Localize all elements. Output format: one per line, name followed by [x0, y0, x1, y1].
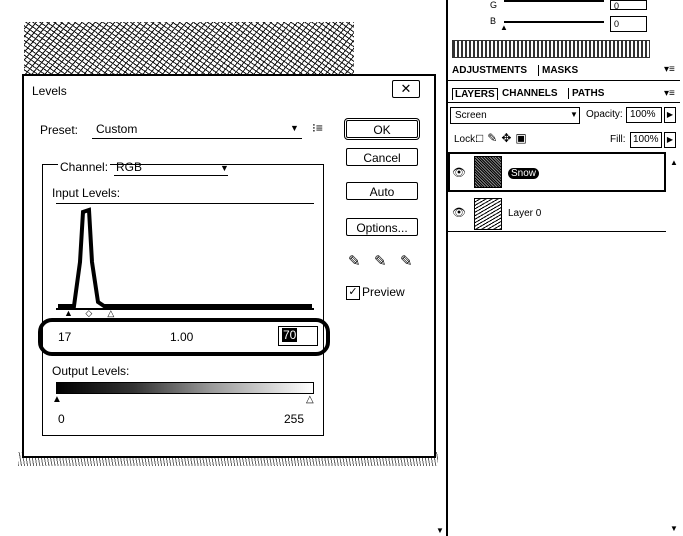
output-white-field[interactable]: 255 [284, 412, 304, 426]
black-eyedropper-icon[interactable]: ✎ [348, 252, 361, 270]
g-slider[interactable] [504, 0, 604, 2]
lock-label: Lock: [454, 134, 478, 145]
layer-name[interactable]: Layer 0 [508, 208, 541, 219]
gradient-strip [452, 40, 650, 58]
input-black-field[interactable]: 17 [58, 330, 71, 344]
panel-menu-icon[interactable]: ▾≡ [664, 88, 675, 99]
histogram [56, 202, 314, 310]
scroll-down-icon[interactable]: ▼ [436, 526, 444, 535]
canvas-image [24, 22, 354, 80]
opacity-field[interactable]: 100% [626, 107, 662, 123]
scroll-down-icon[interactable]: ▼ [670, 524, 678, 533]
lock-brush-icon[interactable]: ✎ [487, 131, 501, 145]
ok-button[interactable]: OK [344, 118, 420, 140]
tab-layers[interactable]: LAYERS [452, 88, 498, 100]
cancel-button[interactable]: Cancel [346, 148, 418, 166]
blend-mode-select[interactable]: Screen [450, 107, 580, 124]
b-label: B [490, 16, 497, 26]
lock-transparent-icon[interactable]: □ [476, 131, 487, 145]
panel-menu-icon[interactable]: ▾≡ [664, 64, 675, 75]
layer-thumbnail [474, 198, 502, 230]
g-value-field[interactable]: 0 [610, 0, 647, 11]
b-value-field[interactable]: 0 [610, 16, 647, 32]
tab-adjustments[interactable]: ADJUSTMENTS [452, 65, 527, 76]
lock-icons[interactable]: □✎✥▣ [476, 131, 531, 145]
scroll-up-icon[interactable]: ▲ [670, 158, 678, 167]
output-gradient [56, 382, 314, 394]
input-levels-label: Input Levels: [52, 186, 121, 200]
options-button[interactable]: Options... [346, 218, 418, 236]
layer-thumbnail [474, 156, 502, 188]
auto-button[interactable]: Auto [346, 182, 418, 200]
tab-masks[interactable]: MASKS [538, 65, 578, 76]
input-gamma-field[interactable]: 1.00 [170, 330, 193, 344]
output-black-field[interactable]: 0 [58, 412, 65, 426]
b-slider[interactable] [504, 21, 604, 23]
fill-label: Fill: [610, 134, 626, 145]
eye-icon[interactable]: 👁 [452, 206, 466, 219]
eye-icon[interactable]: 👁 [452, 166, 466, 179]
close-icon: ✕ [400, 81, 412, 96]
g-label: G [490, 0, 498, 10]
channel-label: Channel: [58, 160, 111, 174]
levels-dialog: Levels ✕ Preset: Custom ▼ ⁝≡ Channel: RG… [22, 74, 436, 458]
fill-arrow-icon[interactable]: ▶ [664, 132, 676, 148]
input-white-field[interactable]: 70 [282, 328, 298, 342]
gray-eyedropper-icon[interactable]: ✎ [374, 252, 387, 270]
preview-checkbox[interactable]: ✓ [346, 286, 360, 300]
chevron-down-icon[interactable]: ▼ [220, 163, 229, 173]
close-button[interactable]: ✕ [392, 80, 420, 98]
output-levels-label: Output Levels: [52, 364, 130, 378]
preset-menu-icon[interactable]: ⁝≡ [312, 121, 323, 135]
b-slider-thumb[interactable]: ▲ [500, 23, 508, 32]
chevron-down-icon[interactable]: ▼ [290, 123, 299, 133]
preset-label: Preset: [40, 123, 79, 137]
channel-select-underline [114, 175, 228, 176]
tab-paths[interactable]: PATHS [568, 88, 604, 99]
preview-label: Preview [362, 285, 405, 299]
chevron-down-icon[interactable]: ▼ [570, 110, 578, 119]
lock-all-icon[interactable]: ▣ [515, 131, 530, 145]
white-eyedropper-icon[interactable]: ✎ [400, 252, 413, 270]
histogram-graph [58, 207, 312, 308]
opacity-label: Opacity: [586, 109, 623, 120]
opacity-arrow-icon[interactable]: ▶ [664, 107, 676, 123]
layer-name[interactable]: Snow [508, 168, 540, 179]
preset-value: Custom [96, 122, 138, 136]
output-black-slider[interactable]: ▲ [52, 394, 62, 405]
lock-move-icon[interactable]: ✥ [501, 131, 515, 145]
output-white-slider[interactable]: △ [306, 394, 314, 405]
tab-channels[interactable]: CHANNELS [502, 88, 558, 99]
dialog-title: Levels [32, 84, 67, 98]
channel-select[interactable]: RGB [116, 160, 142, 174]
fill-field[interactable]: 100% [630, 132, 662, 148]
preset-select[interactable]: Custom [92, 119, 302, 139]
